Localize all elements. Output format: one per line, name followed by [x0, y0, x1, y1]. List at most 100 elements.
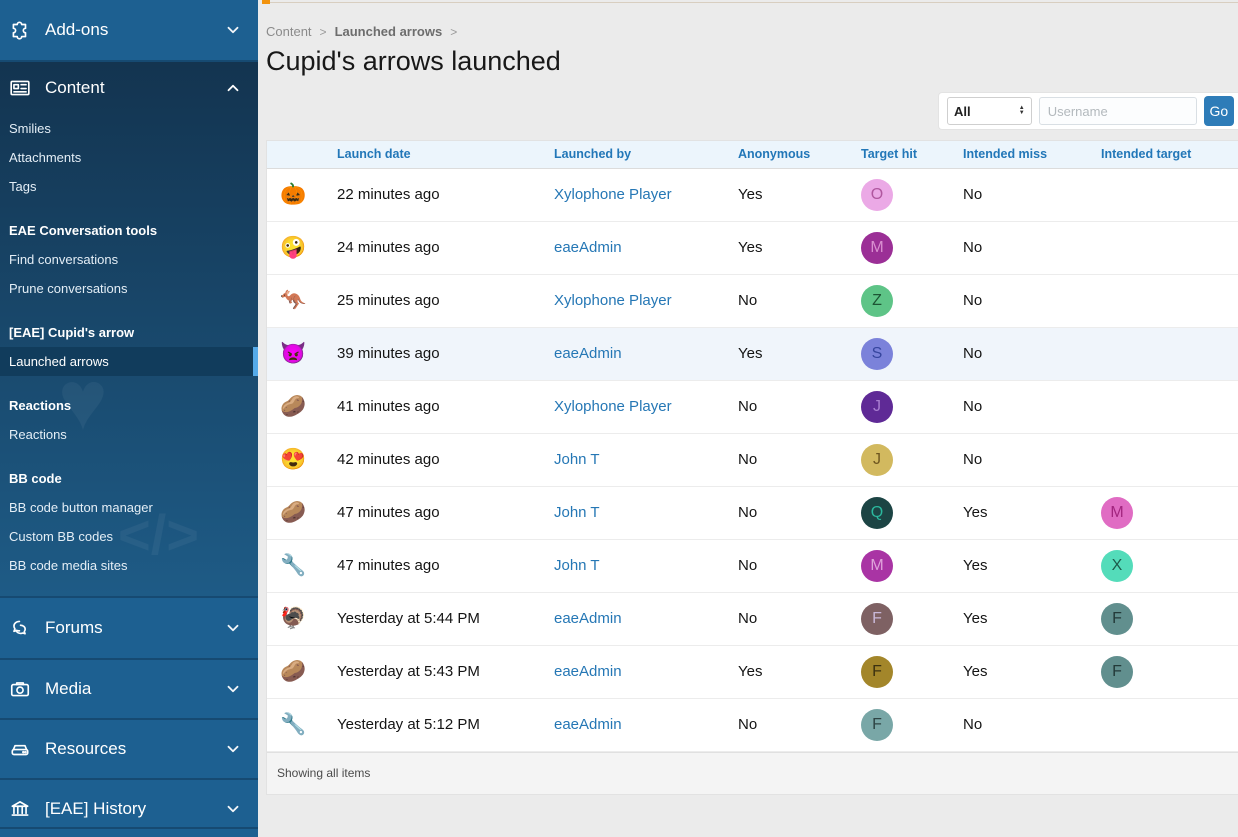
- target-hit-avatar[interactable]: F: [861, 656, 893, 688]
- turkey-emoji: 🦃: [280, 607, 306, 630]
- intended-target-avatar[interactable]: X: [1101, 550, 1133, 582]
- orange-scroll-notch: [262, 0, 270, 4]
- launched-by-link[interactable]: Xylophone Player: [554, 398, 672, 415]
- intended-miss-value: No: [963, 221, 1101, 274]
- launched-by-link[interactable]: eaeAdmin: [554, 610, 622, 627]
- sidebar-item-bb-code-button-manager[interactable]: BB code button manager: [0, 493, 258, 522]
- top-divider-line: [262, 2, 1238, 3]
- potato-emoji: 🥔: [280, 395, 306, 418]
- breadcrumb: Content > Launched arrows >: [266, 24, 457, 39]
- anonymous-value: No: [738, 592, 861, 645]
- target-hit-avatar[interactable]: S: [861, 338, 893, 370]
- sidebar-item-launched-arrows[interactable]: Launched arrows: [0, 347, 258, 376]
- breadcrumb-separator-icon: >: [450, 25, 457, 39]
- launched-by-link[interactable]: eaeAdmin: [554, 239, 622, 256]
- target-hit-avatar[interactable]: Z: [861, 285, 893, 317]
- launched-by-link[interactable]: John T: [554, 557, 600, 574]
- camera-icon: [9, 678, 35, 700]
- sidebar-item-tags[interactable]: Tags: [0, 172, 258, 201]
- sidebar-item-bb-code-media-sites[interactable]: BB code media sites: [0, 551, 258, 580]
- username-filter-input[interactable]: [1039, 97, 1197, 125]
- sidebar-section-content: Content♥</>SmiliesAttachmentsTagsEAE Con…: [0, 60, 258, 598]
- table-row: 🦃Yesterday at 5:44 PMeaeAdminNoFYesF: [267, 592, 1238, 645]
- launch-date: Yesterday at 5:43 PM: [337, 645, 554, 698]
- target-hit-avatar[interactable]: Q: [861, 497, 893, 529]
- launched-by-link[interactable]: Xylophone Player: [554, 186, 672, 203]
- anonymous-value: No: [738, 433, 861, 486]
- potato-emoji: 🥔: [280, 660, 306, 683]
- launched-by-link[interactable]: John T: [554, 504, 600, 521]
- filter-bar: All ▲▼ Go: [938, 92, 1238, 130]
- anonymous-value: Yes: [738, 327, 861, 380]
- sidebar-item-smilies[interactable]: Smilies: [0, 114, 258, 143]
- filter-type-select[interactable]: All ▲▼: [947, 97, 1032, 125]
- col-target-hit: Target hit: [861, 141, 963, 168]
- admin-sidebar: Add-ons Content♥</>SmiliesAttachmentsTags…: [0, 0, 258, 837]
- sidebar-item-custom-bb-codes[interactable]: Custom BB codes: [0, 522, 258, 551]
- launched-by-link[interactable]: eaeAdmin: [554, 663, 622, 680]
- sidebar-group-heading-bb-code: BB code: [0, 464, 258, 493]
- sidebar-section-resources[interactable]: Resources: [0, 718, 258, 778]
- sidebar-header-content[interactable]: Content: [0, 62, 258, 114]
- table-row: 🔧47 minutes agoJohn TNoMYesX: [267, 539, 1238, 592]
- intended-target-avatar[interactable]: M: [1101, 497, 1133, 529]
- table-header-row: Launch date Launched by Anonymous Target…: [267, 141, 1238, 168]
- table-row: 🔧Yesterday at 5:12 PMeaeAdminNoFNo: [267, 698, 1238, 751]
- sidebar-section-label: Media: [45, 679, 224, 699]
- table-row: 🤪24 minutes agoeaeAdminYesMNo: [267, 221, 1238, 274]
- sidebar-group-heading-eae-cupid-s-arrow: [EAE] Cupid's arrow: [0, 318, 258, 347]
- sidebar-section-partial[interactable]: [0, 827, 258, 837]
- sidebar-group-heading-eae-conversation-tools: EAE Conversation tools: [0, 216, 258, 245]
- sidebar-item-reactions[interactable]: Reactions: [0, 420, 258, 449]
- sidebar-section-forums[interactable]: Forums: [0, 598, 258, 658]
- sidebar-section-label: Add-ons: [45, 20, 224, 40]
- sidebar-section-media[interactable]: Media: [0, 658, 258, 718]
- zany-face-emoji: 🤪: [280, 236, 306, 259]
- sidebar-section-add-ons[interactable]: Add-ons: [0, 0, 258, 60]
- launched-by-link[interactable]: Xylophone Player: [554, 292, 672, 309]
- anonymous-value: Yes: [738, 645, 861, 698]
- intended-target-avatar[interactable]: F: [1101, 656, 1133, 688]
- launch-date: 25 minutes ago: [337, 274, 554, 327]
- sidebar-item-attachments[interactable]: Attachments: [0, 143, 258, 172]
- sidebar-section-label: [EAE] History: [45, 799, 224, 819]
- target-hit-avatar[interactable]: J: [861, 391, 893, 423]
- launched-by-link[interactable]: eaeAdmin: [554, 345, 622, 362]
- drive-icon: [9, 738, 35, 760]
- target-hit-avatar[interactable]: M: [861, 232, 893, 264]
- intended-miss-value: Yes: [963, 539, 1101, 592]
- kangaroo-emoji: 🦘: [280, 289, 306, 312]
- target-hit-avatar[interactable]: O: [861, 179, 893, 211]
- launched-by-link[interactable]: John T: [554, 451, 600, 468]
- intended-target-avatar[interactable]: F: [1101, 603, 1133, 635]
- table-footer: Showing all items: [267, 752, 1238, 794]
- heart-eyes-emoji: 😍: [280, 448, 306, 471]
- breadcrumb-launched-arrows[interactable]: Launched arrows: [335, 24, 443, 39]
- col-intended-target: Intended target: [1101, 141, 1238, 168]
- target-hit-avatar[interactable]: M: [861, 550, 893, 582]
- potato-emoji: 🥔: [280, 501, 306, 524]
- anonymous-value: No: [738, 539, 861, 592]
- table-row: 🎃22 minutes agoXylophone PlayerYesONo: [267, 168, 1238, 221]
- launched-by-link[interactable]: eaeAdmin: [554, 716, 622, 733]
- table-row: 🥔47 minutes agoJohn TNoQYesM: [267, 486, 1238, 539]
- target-hit-avatar[interactable]: F: [861, 709, 893, 741]
- target-hit-avatar[interactable]: F: [861, 603, 893, 635]
- breadcrumb-content[interactable]: Content: [266, 24, 312, 39]
- intended-miss-value: Yes: [963, 486, 1101, 539]
- col-launched-by: Launched by: [554, 141, 738, 168]
- intended-miss-value: Yes: [963, 592, 1101, 645]
- anonymous-value: Yes: [738, 221, 861, 274]
- table-row: 😍42 minutes agoJohn TNoJNo: [267, 433, 1238, 486]
- sidebar-item-find-conversations[interactable]: Find conversations: [0, 245, 258, 274]
- go-button[interactable]: Go: [1204, 96, 1234, 126]
- intended-miss-value: No: [963, 698, 1101, 751]
- col-intended-miss: Intended miss: [963, 141, 1101, 168]
- target-hit-avatar[interactable]: J: [861, 444, 893, 476]
- sidebar-item-prune-conversations[interactable]: Prune conversations: [0, 274, 258, 303]
- sidebar-section-label: Resources: [45, 739, 224, 759]
- anonymous-value: No: [738, 698, 861, 751]
- intended-miss-value: No: [963, 168, 1101, 221]
- wrench-emoji: 🔧: [280, 554, 306, 577]
- breadcrumb-separator-icon: >: [320, 25, 327, 39]
